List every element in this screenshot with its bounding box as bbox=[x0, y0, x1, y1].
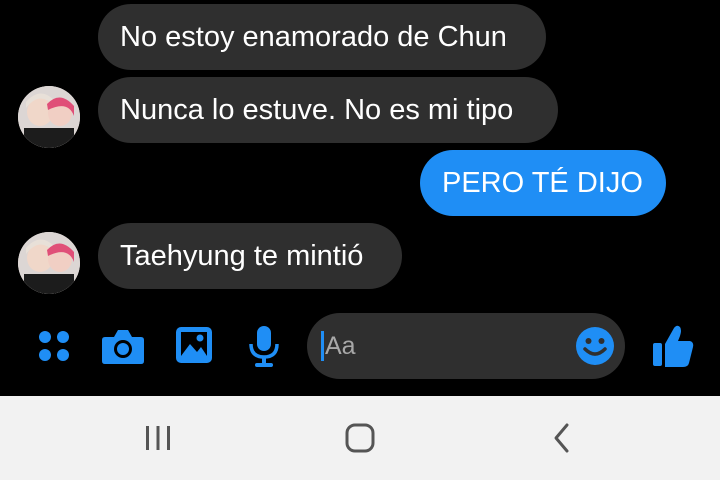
sent-message-bubble[interactable]: PERO TÉ DIJO bbox=[420, 150, 666, 216]
received-message-bubble[interactable]: No estoy enamorado de Chun bbox=[98, 4, 546, 70]
avatar-image bbox=[18, 86, 80, 148]
navigation-bar bbox=[0, 396, 720, 480]
input-placeholder: Aa bbox=[325, 332, 356, 360]
contact-avatar[interactable] bbox=[18, 232, 80, 294]
contact-avatar[interactable] bbox=[18, 86, 80, 148]
microphone-icon[interactable] bbox=[244, 324, 284, 368]
camera-icon[interactable] bbox=[100, 324, 146, 368]
text-cursor bbox=[321, 331, 324, 361]
recent-apps-icon[interactable] bbox=[128, 416, 188, 460]
back-icon[interactable] bbox=[532, 416, 592, 460]
home-icon[interactable] bbox=[330, 416, 390, 460]
message-text: PERO TÉ DIJO bbox=[442, 166, 643, 199]
emoji-icon[interactable] bbox=[575, 326, 615, 366]
image-icon[interactable] bbox=[174, 324, 214, 366]
message-composer: Aa bbox=[0, 310, 720, 386]
message-input[interactable]: Aa bbox=[307, 313, 625, 379]
received-message-bubble[interactable]: Taehyung te mintió bbox=[98, 223, 402, 289]
grid-icon[interactable] bbox=[34, 326, 74, 366]
avatar-image bbox=[18, 232, 80, 294]
message-text: No estoy enamorado de Chun bbox=[120, 20, 507, 53]
received-message-bubble[interactable]: Nunca lo estuve. No es mi tipo bbox=[98, 77, 558, 143]
thumbs-up-icon[interactable] bbox=[650, 322, 696, 370]
message-text: Taehyung te mintió bbox=[120, 239, 364, 272]
message-text: Nunca lo estuve. No es mi tipo bbox=[120, 93, 514, 126]
